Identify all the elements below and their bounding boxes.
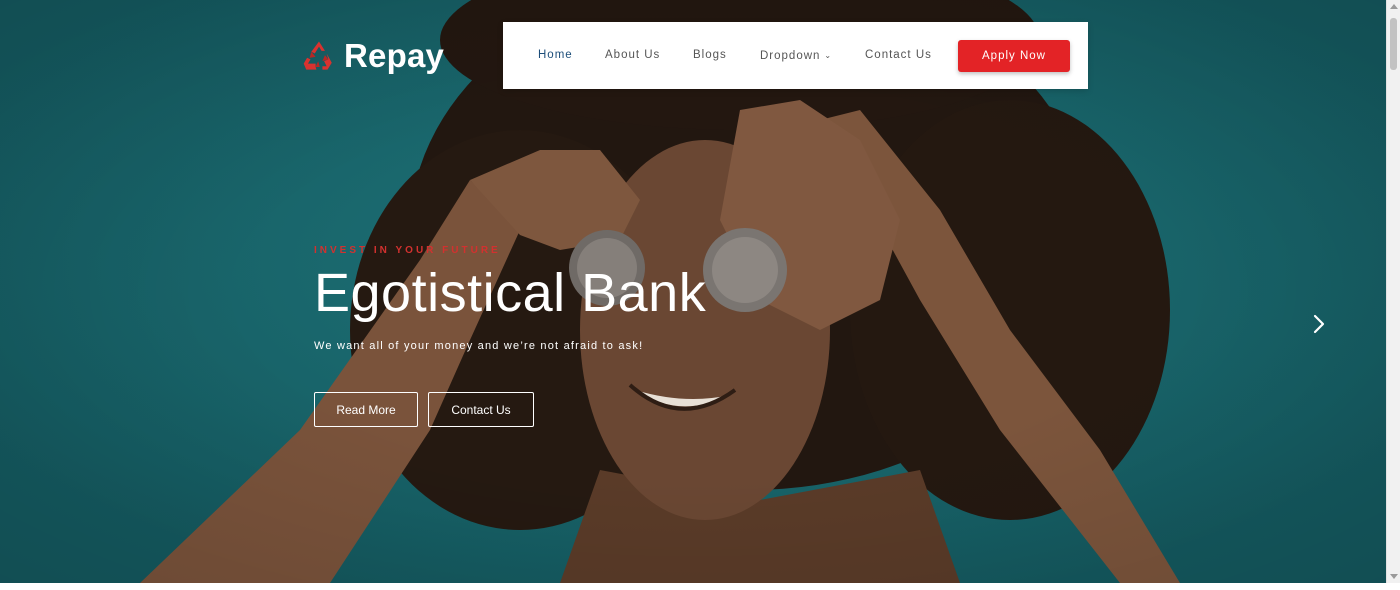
hero-subtitle: We want all of your money and we’re not … [314,340,644,352]
chevron-right-icon[interactable] [1308,312,1330,336]
nav-dropdown-label: Dropdown [760,50,821,62]
brand-logo[interactable]: Repay [302,36,444,76]
nav-dropdown[interactable]: Dropdown ⌄ [760,22,832,89]
nav-contact-us[interactable]: Contact Us [865,22,932,89]
nav-blogs[interactable]: Blogs [693,22,727,89]
nav-home[interactable]: Home [538,22,573,89]
chevron-down-icon: ⌄ [824,51,833,60]
vertical-scrollbar[interactable] [1386,0,1400,583]
brand-name: Repay [344,37,445,74]
scroll-up-icon[interactable] [1390,4,1398,9]
contact-us-button[interactable]: Contact Us [428,392,534,427]
hero-eyebrow: INVEST IN YOUR FUTURE [314,245,501,256]
scroll-thumb[interactable] [1390,18,1397,70]
hero-title: Egotistical Bank [314,263,707,323]
recycle-icon [303,41,332,70]
scroll-down-icon[interactable] [1390,574,1398,579]
main-navigation: Home About Us Blogs Dropdown ⌄ Contact Us… [503,22,1088,89]
read-more-button[interactable]: Read More [314,392,418,427]
apply-now-button[interactable]: Apply Now [958,40,1070,72]
nav-about-us[interactable]: About Us [605,22,660,89]
